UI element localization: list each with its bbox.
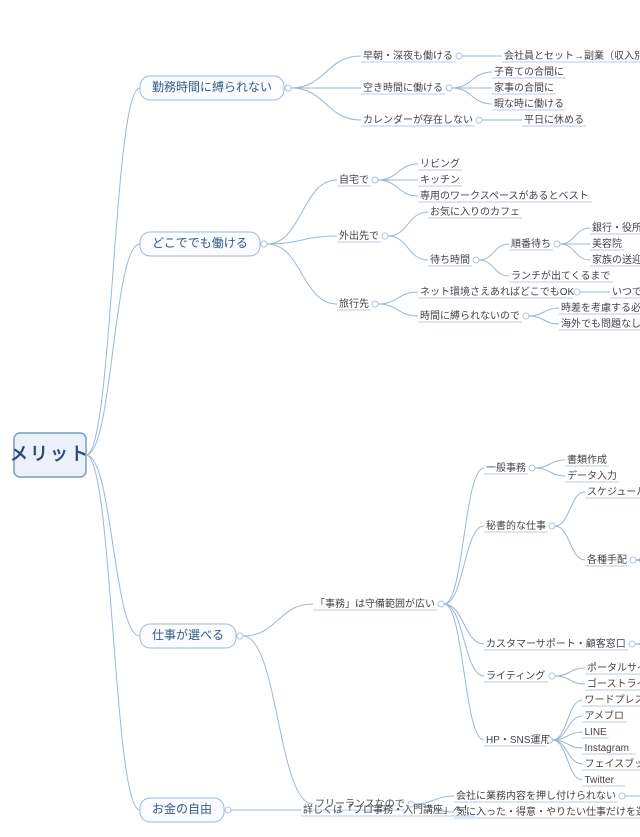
node-label: 順番待ち xyxy=(511,237,551,250)
node-label: お気に入りのカフェ xyxy=(430,205,520,218)
node-label: 旅行先 xyxy=(339,297,369,310)
node-label: リビング xyxy=(420,157,460,170)
node-label: 書類作成 xyxy=(567,453,607,466)
node-label: ライティング xyxy=(486,669,545,682)
node-label: 空き時間に働ける xyxy=(363,81,443,94)
node-label: 暇な時に働ける xyxy=(494,97,564,110)
node-label: 時差を考慮する必要なし xyxy=(561,301,640,314)
node-label: 海外でも問題なし xyxy=(561,317,640,330)
node-label: ネット環境さえあればどこでもOK xyxy=(420,285,574,298)
node-label: 詳しくは「プロ事務・入門講座」へ！ xyxy=(303,803,473,816)
node-label: 子育ての合間に xyxy=(494,65,564,78)
root-label: メリット xyxy=(10,444,90,464)
node-label: HP・SNS運用 xyxy=(486,734,550,746)
node-label: ゴーストライター（お客様の代わりに書く） xyxy=(587,677,640,690)
node-label: 自宅で xyxy=(339,173,369,186)
node-label: 会社に業務内容を押し付けられない xyxy=(456,789,616,802)
node-label: 外出先で xyxy=(339,229,379,242)
branch-label: お金の自由 xyxy=(152,801,212,816)
node-label: 早朝・深夜も働ける xyxy=(363,49,453,62)
node-label: カレンダーが存在しない xyxy=(363,113,473,126)
branch-label: どこででも働ける xyxy=(152,236,248,250)
node-label: 待ち時間 xyxy=(430,253,470,266)
node-label: LINE xyxy=(585,727,608,738)
node-label: 銀行・役所 xyxy=(592,221,640,234)
node-label: スケジュール管理 xyxy=(587,485,640,498)
node-label: アメブロ xyxy=(585,709,625,722)
node-label: データ入力 xyxy=(567,469,617,482)
node-label: 気に入った・得意・やりたい仕事だけを選べる xyxy=(456,805,640,818)
node-label: 平日に休める xyxy=(524,114,584,126)
node-label: ランチが出てくるまで xyxy=(511,269,611,282)
node-label: 秘書的な仕事 xyxy=(486,519,546,532)
mindmap-diagram: メリット 勤務時間に縛られない 早朝・深夜も働ける 会社員とセット→副業（収入別・副業… xyxy=(0,0,640,837)
node-label: 時間に縛られないので xyxy=(420,309,520,322)
node-label: 家事の合間に xyxy=(494,81,554,94)
node-label: Twitter xyxy=(585,775,615,786)
node-label: フェイスブック xyxy=(585,757,640,770)
node-label: キッチン xyxy=(420,174,460,186)
node-label: 「事務」は守備範囲が広い xyxy=(315,597,435,610)
node-label: Instagram xyxy=(585,743,629,754)
branch-label: 勤務時間に縛られない xyxy=(152,79,272,94)
node-label: カスタマーサポート・顧客窓口 xyxy=(486,637,626,650)
node-label: ワードプレス xyxy=(585,694,640,706)
node-label: 美容院 xyxy=(592,237,622,250)
branch-label: 仕事が選べる xyxy=(152,627,224,642)
node-label: 会社員とセット→副業（収入別・副業記事をリンク） xyxy=(504,49,640,62)
node-label: ポータルサイト・まとめサイト・キュレーションサイト xyxy=(587,662,640,674)
node-label: 家族の送迎（塾や習い事、夫の会社） xyxy=(592,253,640,266)
node-label: いつでも自由に旅行に行けるようになる xyxy=(612,285,640,298)
node-label: 各種手配 xyxy=(587,553,627,566)
node-label: 一般事務 xyxy=(486,461,526,474)
node-label: 専用のワークスペースがあるとベスト xyxy=(420,189,589,202)
